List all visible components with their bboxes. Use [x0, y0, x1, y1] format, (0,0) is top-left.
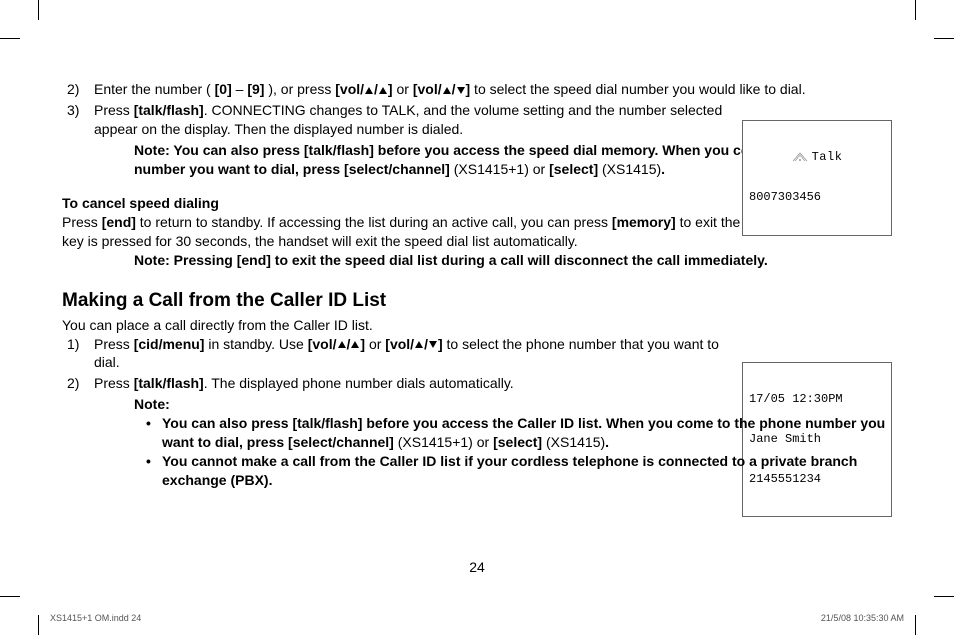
triangle-down-icon [457, 87, 465, 94]
callerid-intro: You can place a call directly from the C… [62, 316, 892, 335]
triangle-down-icon [429, 341, 437, 348]
lcd-line: 8007303456 [749, 191, 885, 204]
callerid-title: Making a Call from the Caller ID List [62, 288, 892, 314]
triangle-up-icon [379, 87, 387, 94]
step-number: 1) [67, 335, 79, 354]
step-number: 2) [67, 80, 79, 99]
triangle-up-icon [443, 87, 451, 94]
triangle-up-icon [415, 341, 423, 348]
footer-left: XS1415+1 OM.indd 24 [50, 613, 141, 623]
lcd-line: Talk [812, 150, 843, 164]
bullet-1: You can also press [talk/flash] before y… [146, 414, 892, 452]
triangle-up-icon [338, 341, 346, 348]
signal-icon [792, 152, 808, 162]
callerid-step-1: 1) Press [cid/menu] in standby. Use [vol… [62, 335, 892, 373]
triangle-up-icon [365, 87, 373, 94]
page: Talk 8007303456 17/05 12:30PM Jane Smith… [0, 0, 954, 635]
bullet-2: You cannot make a call from the Caller I… [146, 452, 892, 490]
step-number: 2) [67, 374, 79, 393]
step-number: 3) [67, 101, 79, 120]
step-3: 3) Press [talk/flash]. CONNECTING change… [62, 101, 892, 139]
lcd-line: 17/05 12:30PM [749, 393, 885, 406]
footer-right: 21/5/08 10:35:30 AM [821, 613, 904, 623]
callerid-step-2: 2) Press [talk/flash]. The displayed pho… [62, 374, 892, 393]
page-number: 24 [469, 559, 485, 575]
cancel-note: Note: Pressing [end] to exit the speed d… [62, 251, 892, 270]
triangle-up-icon [351, 341, 359, 348]
step-2: 2) Enter the number ( [0] – [9] ), or pr… [62, 80, 892, 99]
